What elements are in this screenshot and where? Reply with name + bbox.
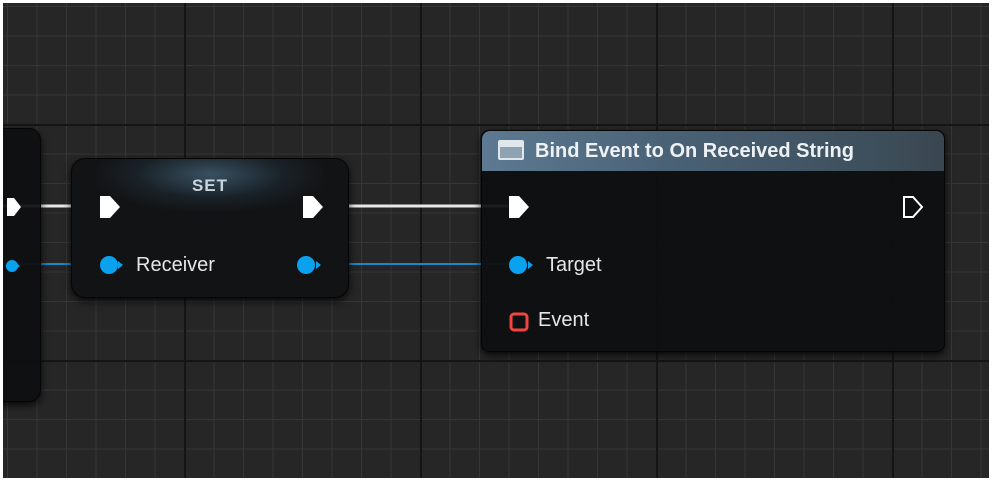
object-out-pin-icon[interactable] (6, 259, 20, 273)
exec-in-pin-icon[interactable] (99, 195, 121, 219)
exec-out-pin-icon[interactable] (302, 195, 324, 219)
exec-out-pin-icon[interactable] (6, 197, 22, 217)
left-partial-node[interactable] (3, 128, 41, 402)
receiver-out-pin-icon[interactable] (296, 255, 322, 275)
receiver-in-pin-icon[interactable] (99, 255, 123, 275)
exec-in-pin-icon[interactable] (508, 195, 530, 219)
event-delegate-pin-icon[interactable] (509, 312, 529, 332)
set-variable-node[interactable]: SET Receiver (71, 158, 349, 298)
target-pin-icon[interactable] (508, 255, 534, 275)
receiver-pin-label: Receiver (136, 254, 215, 276)
window-icon (498, 140, 524, 160)
target-pin-label: Target (546, 254, 602, 276)
exec-out-pin-icon[interactable] (902, 195, 924, 219)
bind-event-node[interactable]: Bind Event to On Received String Target … (481, 130, 945, 352)
blueprint-graph-canvas[interactable]: SET Receiver Bind Event to On Received S… (3, 3, 989, 478)
bind-node-title: Bind Event to On Received String (535, 140, 854, 162)
set-node-title: SET (191, 176, 229, 195)
bind-node-header[interactable]: Bind Event to On Received String (482, 131, 944, 171)
event-pin-label: Event (538, 309, 590, 331)
